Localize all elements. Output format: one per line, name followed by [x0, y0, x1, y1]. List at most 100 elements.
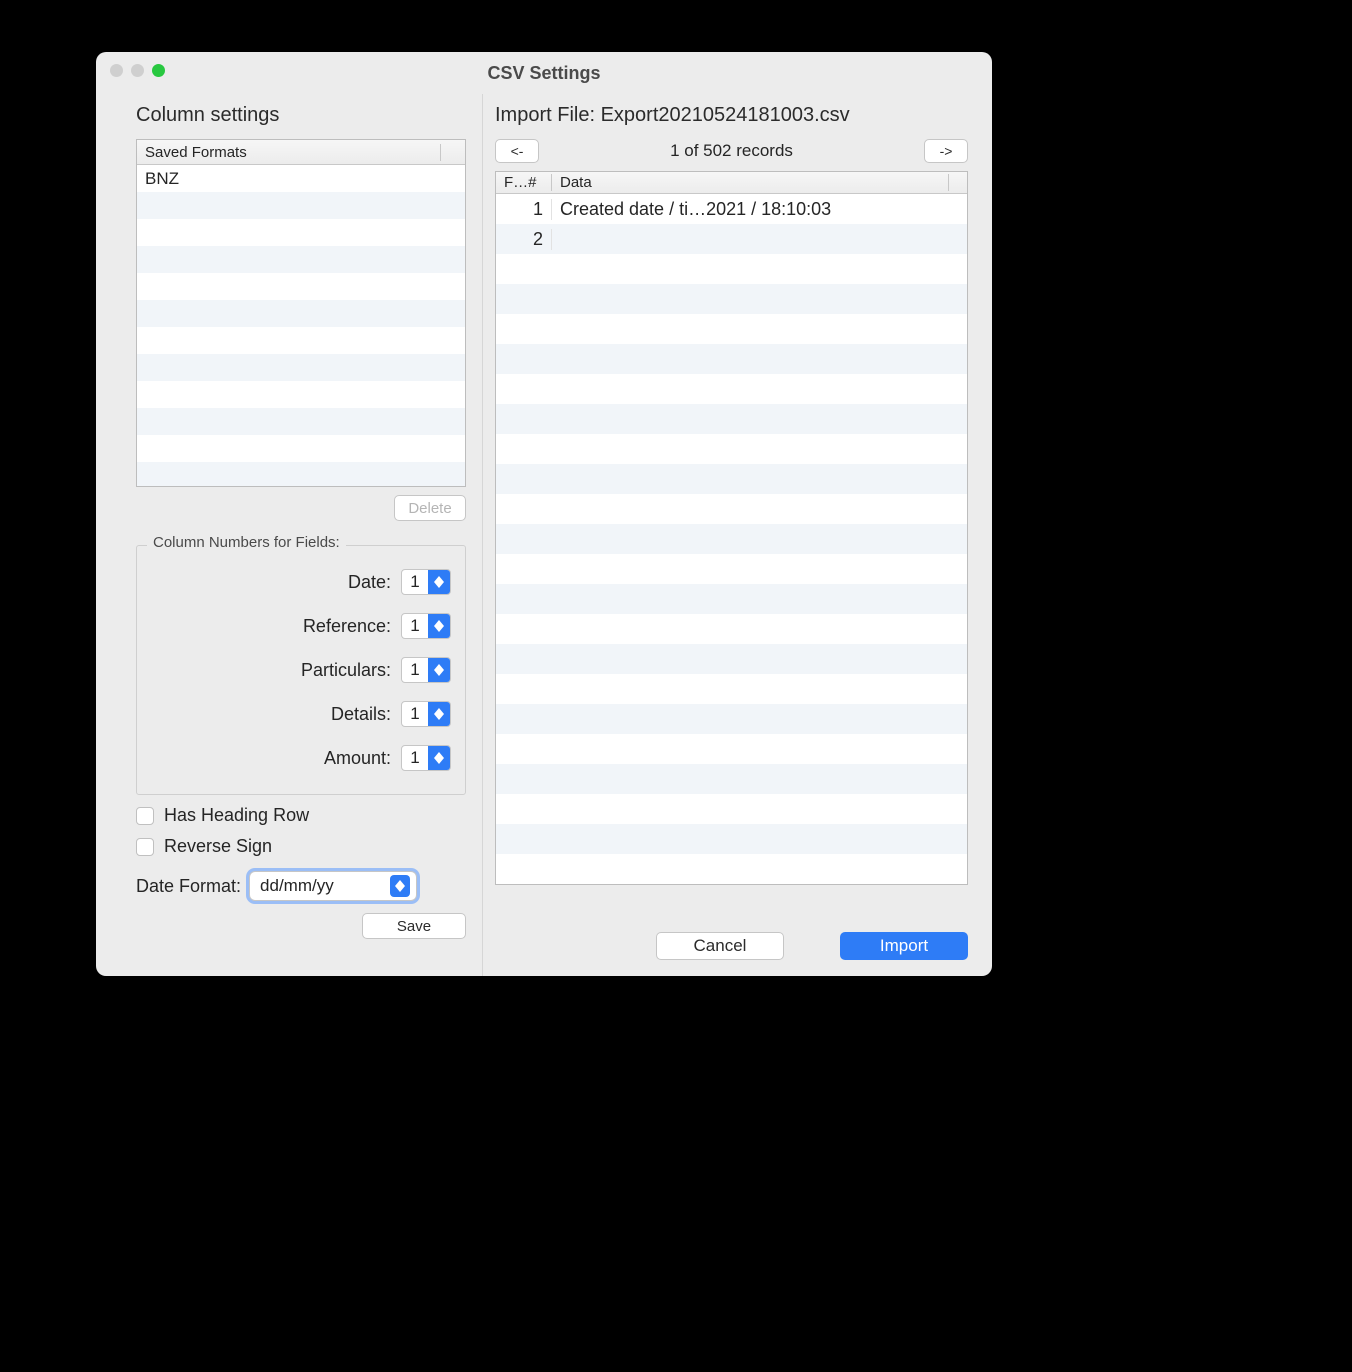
cancel-button[interactable]: Cancel [656, 932, 784, 960]
particulars-value: 1 [402, 660, 428, 680]
stepper-arrow [428, 570, 450, 594]
date-format-label: Date Format: [136, 876, 241, 897]
has-heading-checkbox-row: Has Heading Row [136, 805, 466, 826]
date-stepper[interactable]: 1 [401, 569, 451, 595]
titlebar: CSV Settings [96, 52, 992, 94]
minimize-window-button[interactable] [131, 64, 144, 77]
saved-format-row[interactable] [137, 327, 465, 354]
import-data-table[interactable]: F…# Data 1 Created date / ti…2021 / 18:1… [495, 171, 968, 885]
right-pane: Import File: Export20210524181003.csv <-… [482, 94, 992, 976]
reverse-sign-checkbox[interactable] [136, 838, 154, 856]
saved-format-row[interactable] [137, 192, 465, 219]
table-row[interactable] [496, 734, 967, 764]
close-window-button[interactable] [110, 64, 123, 77]
reference-label: Reference: [151, 616, 391, 637]
row-number: 1 [496, 199, 552, 220]
saved-formats-table[interactable]: Saved Formats BNZ [136, 139, 466, 487]
table-row[interactable] [496, 494, 967, 524]
stepper-arrow [428, 658, 450, 682]
chevron-up-down-icon [390, 875, 410, 897]
date-label: Date: [151, 572, 391, 593]
particulars-stepper[interactable]: 1 [401, 657, 451, 683]
saved-format-row[interactable]: BNZ [137, 165, 465, 192]
amount-field-row: Amount: 1 [151, 736, 451, 780]
reference-stepper[interactable]: 1 [401, 613, 451, 639]
table-row[interactable] [496, 524, 967, 554]
saved-formats-header: Saved Formats [137, 144, 441, 161]
table-row[interactable] [496, 764, 967, 794]
table-row[interactable] [496, 314, 967, 344]
amount-stepper[interactable]: 1 [401, 745, 451, 771]
table-row[interactable] [496, 404, 967, 434]
details-stepper[interactable]: 1 [401, 701, 451, 727]
table-row[interactable] [496, 824, 967, 854]
table-row[interactable] [496, 794, 967, 824]
particulars-label: Particulars: [151, 660, 391, 681]
details-field-row: Details: 1 [151, 692, 451, 736]
table-row[interactable] [496, 614, 967, 644]
table-row[interactable] [496, 584, 967, 614]
table-row[interactable] [496, 254, 967, 284]
save-button[interactable]: Save [362, 913, 466, 939]
saved-format-row[interactable] [137, 435, 465, 462]
table-row[interactable]: 2 [496, 224, 967, 254]
import-file-heading: Import File: Export20210524181003.csv [495, 104, 968, 127]
prev-record-button[interactable]: <- [495, 139, 539, 163]
column-numbers-fieldset: Column Numbers for Fields: Date: 1 [136, 545, 466, 795]
dialog-footer: Cancel Import [656, 932, 968, 960]
table-row[interactable] [496, 554, 967, 584]
next-record-button[interactable]: -> [924, 139, 968, 163]
date-format-value: dd/mm/yy [260, 876, 334, 896]
reverse-sign-checkbox-row: Reverse Sign [136, 836, 466, 857]
table-row[interactable] [496, 704, 967, 734]
delete-format-button[interactable]: Delete [394, 495, 466, 521]
saved-formats-body: BNZ [137, 165, 465, 486]
left-pane: Column settings Saved Formats BNZ [96, 94, 482, 976]
saved-format-row[interactable] [137, 354, 465, 381]
table-row[interactable] [496, 674, 967, 704]
table-row[interactable] [496, 284, 967, 314]
amount-label: Amount: [151, 748, 391, 769]
details-label: Details: [151, 704, 391, 725]
saved-format-name: BNZ [137, 169, 187, 189]
amount-value: 1 [402, 748, 428, 768]
saved-format-row[interactable] [137, 381, 465, 408]
reference-value: 1 [402, 616, 428, 636]
saved-format-row[interactable] [137, 219, 465, 246]
table-row[interactable]: 1 Created date / ti…2021 / 18:10:03 [496, 194, 967, 224]
date-format-select[interactable]: dd/mm/yy [249, 871, 417, 901]
content: Column settings Saved Formats BNZ [96, 94, 992, 976]
has-heading-checkbox[interactable] [136, 807, 154, 825]
saved-format-row[interactable] [137, 273, 465, 300]
dialog-window: CSV Settings Column settings Saved Forma… [96, 52, 992, 976]
has-heading-label: Has Heading Row [164, 805, 309, 826]
col-data: Data [552, 174, 949, 191]
table-row[interactable] [496, 434, 967, 464]
import-table-body: 1 Created date / ti…2021 / 18:10:03 2 [496, 194, 967, 884]
table-row[interactable] [496, 644, 967, 674]
table-row[interactable] [496, 374, 967, 404]
zoom-window-button[interactable] [152, 64, 165, 77]
saved-format-row[interactable] [137, 246, 465, 273]
saved-format-row[interactable] [137, 408, 465, 435]
window-controls [110, 64, 165, 77]
record-status: 1 of 502 records [670, 141, 793, 161]
saved-format-row[interactable] [137, 300, 465, 327]
particulars-field-row: Particulars: 1 [151, 648, 451, 692]
date-value: 1 [402, 572, 428, 592]
stepper-arrow [428, 614, 450, 638]
table-row[interactable] [496, 854, 967, 884]
import-button[interactable]: Import [840, 932, 968, 960]
table-row[interactable] [496, 464, 967, 494]
table-row[interactable] [496, 344, 967, 374]
window-title: CSV Settings [96, 63, 992, 84]
stepper-arrow [428, 746, 450, 770]
saved-format-row[interactable] [137, 462, 465, 486]
column-settings-heading: Column settings [136, 104, 466, 127]
details-value: 1 [402, 704, 428, 724]
reference-field-row: Reference: 1 [151, 604, 451, 648]
import-table-header: F…# Data [496, 172, 967, 194]
column-numbers-legend: Column Numbers for Fields: [147, 534, 346, 551]
date-field-row: Date: 1 [151, 560, 451, 604]
date-format-row: Date Format: dd/mm/yy [136, 871, 466, 901]
